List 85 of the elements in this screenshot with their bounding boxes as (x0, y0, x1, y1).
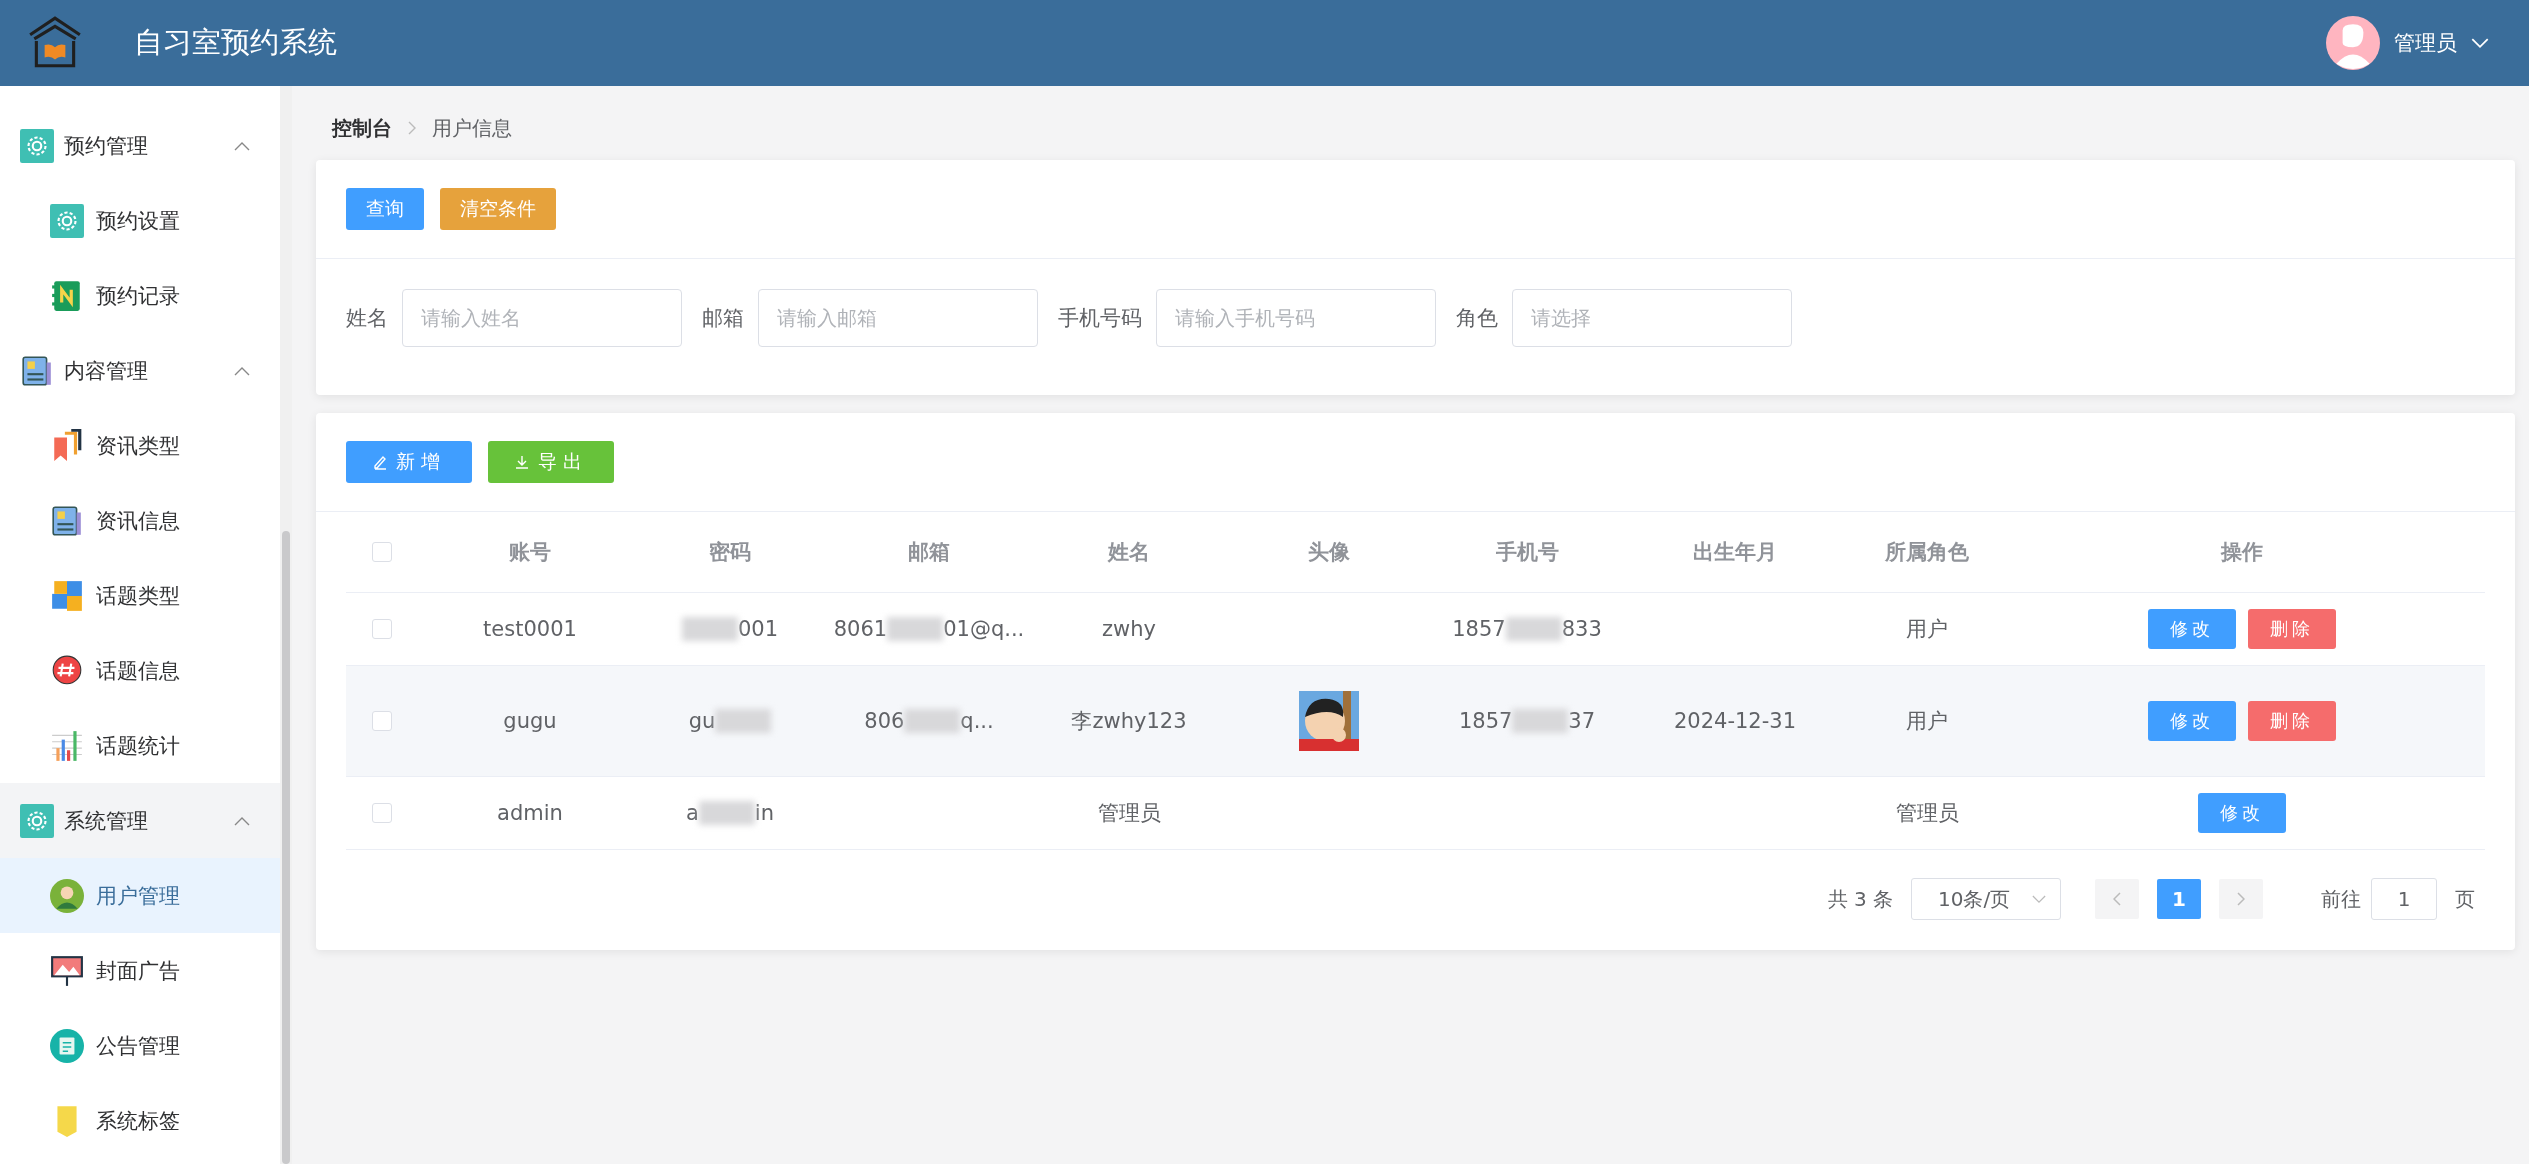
table-cell: 806 q... (864, 709, 994, 733)
table-cell-text: 管理员 (1895, 800, 1959, 827)
prev-page-button[interactable] (2095, 879, 2139, 919)
menu-item[interactable]: 资讯信息 (0, 483, 280, 558)
table-cell: admin (497, 801, 563, 825)
avatar-icon (2326, 16, 2380, 70)
page-size-select[interactable]: 10条/页 (1911, 878, 2061, 920)
chevron-down-icon (2032, 894, 2046, 904)
table-cell-text: 用户 (1906, 708, 1948, 735)
cubes-icon (50, 578, 84, 613)
table-cell-text: 李zwhy123 (1071, 708, 1187, 735)
checkbox[interactable] (372, 542, 392, 562)
menu-item[interactable]: 公告管理 (0, 1008, 280, 1083)
app-title: 自习室预约系统 (134, 24, 337, 61)
clipboard-icon (50, 1028, 84, 1063)
field-label: 角色 (1456, 305, 1498, 332)
chevron-up-icon (234, 140, 250, 151)
newspaper-icon (50, 503, 84, 538)
menu-item[interactable]: 用户管理 (0, 858, 280, 933)
menu-item[interactable]: 话题类型 (0, 558, 280, 633)
table-cell: a in (686, 801, 774, 825)
download-icon (514, 454, 530, 470)
menu-item[interactable]: 预约记录 (0, 258, 280, 333)
total-count: 共 3 条 (1827, 885, 1893, 913)
table-cell: gu (688, 709, 772, 733)
column-header: 出生年月 (1693, 539, 1777, 566)
menu-item[interactable]: 话题信息 (0, 633, 280, 708)
column-header: 姓名 (1108, 539, 1150, 566)
newspaper-icon (20, 353, 54, 388)
input-field[interactable]: 请输入姓名 (402, 289, 682, 347)
menu-item[interactable]: 资讯类型 (0, 408, 280, 483)
column-header: 邮箱 (908, 539, 950, 566)
gear-icon (20, 128, 54, 163)
page-suffix: 页 (2455, 885, 2475, 913)
input-field[interactable]: 请输入邮箱 (758, 289, 1038, 347)
table-cell-text: 用户 (1906, 616, 1948, 643)
chevron-up-icon (234, 365, 250, 376)
goto-label: 前往 (2321, 885, 2361, 913)
breadcrumb-item[interactable]: 控制台 (332, 114, 392, 142)
input-field[interactable]: 请输入手机号码 (1156, 289, 1436, 347)
page-input[interactable]: 1 (2371, 878, 2437, 920)
menu-item[interactable]: 话题统计 (0, 708, 280, 783)
table-cell-text: 管理员 (1097, 800, 1161, 827)
table-cell: 2024-12-31 (1673, 709, 1796, 733)
scrollbar-thumb[interactable] (282, 531, 290, 1164)
table-cell: 1857 37 (1458, 709, 1596, 733)
table-cell: test0001 (483, 617, 577, 641)
gear-icon (50, 203, 84, 238)
next-page-button[interactable] (2219, 879, 2263, 919)
chevron-right-icon (408, 121, 416, 135)
column-header: 所属角色 (1885, 539, 1969, 566)
chevron-down-icon (2471, 37, 2489, 49)
user-menu[interactable]: 管理员 (2326, 16, 2503, 70)
billboard-icon (50, 953, 84, 988)
person-icon (50, 878, 84, 913)
chevron-up-icon (234, 815, 250, 826)
input-field[interactable]: 请选择 (1512, 289, 1792, 347)
menu-group[interactable]: 内容管理 (0, 333, 280, 408)
table-cell: zwhy (1102, 617, 1156, 641)
table-cell: 1857 833 (1452, 617, 1602, 641)
column-header: 账号 (509, 539, 551, 566)
table-cell: gugu (503, 709, 557, 733)
menu-group[interactable]: 系统管理 (0, 783, 280, 858)
field-label: 手机号码 (1058, 305, 1142, 332)
field-label: 姓名 (346, 305, 388, 332)
menu-item[interactable]: 系统标签 (0, 1083, 280, 1158)
column-header: 操作 (2220, 539, 2263, 566)
table-cell: 8061 01@q... (833, 617, 1025, 641)
column-header: 头像 (1308, 539, 1350, 566)
breadcrumb-item: 用户信息 (432, 114, 512, 142)
checkbox[interactable] (372, 803, 392, 823)
menu-item[interactable]: 预约设置 (0, 183, 280, 258)
bar-chart-icon (50, 728, 84, 763)
menu-group[interactable]: 预约管理 (0, 108, 280, 183)
checkbox[interactable] (372, 619, 392, 639)
column-header: 手机号 (1495, 539, 1559, 566)
column-header: 密码 (709, 539, 751, 566)
chevron-right-icon (2237, 892, 2245, 906)
field-label: 邮箱 (702, 305, 744, 332)
checkbox[interactable] (372, 711, 392, 731)
menu-item[interactable]: 封面广告 (0, 933, 280, 1008)
chevron-left-icon (2113, 892, 2121, 906)
gear-icon (20, 803, 54, 838)
table-cell: 001 (681, 617, 779, 641)
pencil-icon (372, 454, 388, 470)
